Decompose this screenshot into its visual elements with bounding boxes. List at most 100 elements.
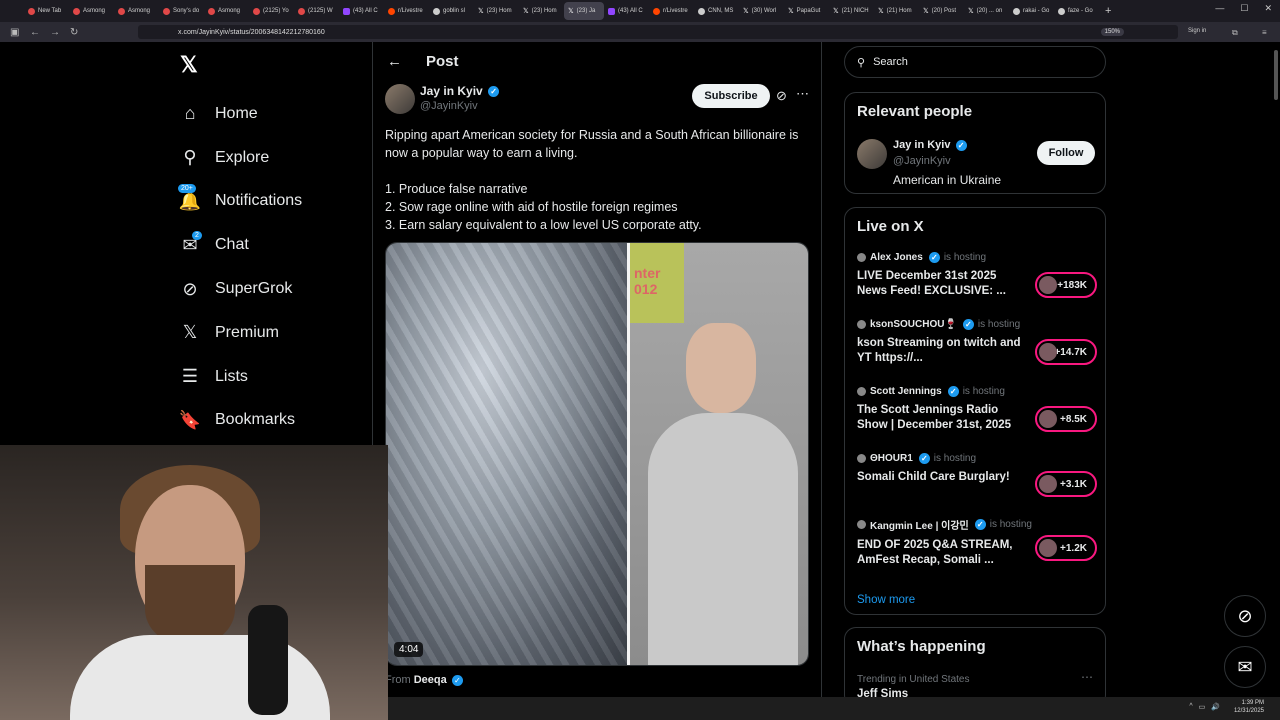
browser-tab[interactable]: r/Livestre xyxy=(649,2,694,20)
show-more-link[interactable]: Show more xyxy=(857,594,915,606)
back-icon[interactable]: ← xyxy=(30,27,40,38)
sidebar-item-supergrok[interactable]: ⊘ SuperGrok xyxy=(178,267,302,311)
browser-tab[interactable]: 𝕏 (21) Hom xyxy=(874,2,919,20)
live-item[interactable]: Scott Jennings ✓ is hosting The Scott Jenni… xyxy=(857,386,1097,433)
from-name[interactable]: Deeqa xyxy=(414,674,447,686)
browser-tab[interactable]: 𝕏 (20) Post xyxy=(919,2,964,20)
clock[interactable]: 1:39 PM 12/31/2025 xyxy=(1234,699,1264,715)
more-icon[interactable]: ⋯ xyxy=(796,86,809,102)
author-handle[interactable]: @JayinKyiv xyxy=(420,100,478,112)
listener-avatar xyxy=(1039,410,1057,428)
live-item[interactable]: ΘHOUR1 ✓ is hosting Somali Child Care Burgl… xyxy=(857,453,1097,497)
live-item[interactable]: Kangmin Lee | 이강민 ✓ is hosting END OF 2025 … xyxy=(857,517,1097,568)
sign-in-button[interactable]: Sign in xyxy=(1188,28,1206,34)
host-avatar xyxy=(857,320,866,329)
browser-tab[interactable]: Sony's do xyxy=(159,2,204,20)
live-listener-count[interactable]: +14.7K xyxy=(1035,339,1097,365)
more-icon[interactable]: ⋯ xyxy=(1081,670,1093,684)
live-listener-count[interactable]: +183K xyxy=(1035,272,1097,298)
live-listener-count[interactable]: +3.1K xyxy=(1035,471,1097,497)
live-item[interactable]: Alex Jones ✓ is hosting LIVE December 31st … xyxy=(857,252,1097,299)
minimize-icon[interactable]: — xyxy=(1215,3,1224,14)
post-text: Ripping apart American society for Russi… xyxy=(385,126,810,234)
tab-label: r/Livestre xyxy=(663,8,688,14)
sidebar-item-label: Explore xyxy=(215,148,270,166)
relevant-handle[interactable]: @JayinKyiv xyxy=(893,155,951,167)
sidebar-item-chat[interactable]: ✉ 2 Chat xyxy=(178,223,302,267)
sidebar-item-explore[interactable]: ⚲ Explore xyxy=(178,136,302,180)
sidebar-item-label: Chat xyxy=(215,236,249,254)
sidebar-item-lists[interactable]: ☰ Lists xyxy=(178,355,302,399)
grok-icon[interactable]: ⊘ xyxy=(776,88,787,104)
browser-tab[interactable]: 𝕏 (23) Ja xyxy=(564,2,604,20)
browser-tab[interactable]: (43) All C xyxy=(604,2,649,20)
forward-icon[interactable]: → xyxy=(50,27,60,38)
subscribe-button[interactable]: Subscribe xyxy=(692,84,770,108)
network-icon[interactable]: ▭ xyxy=(1199,703,1206,711)
browser-tab[interactable]: rakai - Go xyxy=(1009,2,1054,20)
browser-tab[interactable]: 𝕏 (23) Hom xyxy=(519,2,564,20)
tab-label: r/Livestre xyxy=(398,8,423,14)
browser-tab[interactable]: (43) All C xyxy=(339,2,384,20)
browser-tab[interactable]: Asmong xyxy=(114,2,159,20)
browser-tab[interactable]: 𝕏 (20) ... on xyxy=(964,2,1009,20)
new-tab-button[interactable]: + xyxy=(1105,5,1111,17)
sidebar-item-notifications[interactable]: 🔔 20+ Notifications xyxy=(178,180,302,224)
browser-tab[interactable]: (2125) W xyxy=(294,2,339,20)
tray-chevron-icon[interactable]: ^ xyxy=(1189,703,1192,711)
url-field[interactable]: x.com/JayinKyiv/status/20063481422127801… xyxy=(138,25,1178,39)
reload-icon[interactable]: ↻ xyxy=(70,27,80,38)
back-arrow-icon[interactable]: ← xyxy=(387,53,402,70)
menu-icon[interactable]: ≡ xyxy=(1262,28,1267,37)
close-icon[interactable]: ✕ xyxy=(1264,3,1272,14)
browser-tab[interactable]: r/Livestre xyxy=(384,2,429,20)
host-name: Alex Jones xyxy=(870,252,923,263)
browser-tab[interactable]: Asmong xyxy=(204,2,249,20)
grok-fab-button[interactable]: ⊘ xyxy=(1224,595,1266,637)
browser-tab[interactable]: 𝕏 (21) NICH xyxy=(829,2,874,20)
relevant-avatar[interactable] xyxy=(857,139,887,169)
follow-button[interactable]: Follow xyxy=(1037,141,1095,165)
tab-favicon-icon xyxy=(208,7,215,15)
browser-tab[interactable]: CNN, MS xyxy=(694,2,739,20)
messages-fab-button[interactable]: ✉ xyxy=(1224,646,1266,688)
scrollbar[interactable] xyxy=(1274,50,1278,100)
browser-tab[interactable]: faze - Go xyxy=(1054,2,1099,20)
browser-tab[interactable]: 𝕏 (30) Worl xyxy=(739,2,784,20)
extensions-icon[interactable]: ⧉ xyxy=(1232,28,1238,38)
video-duration: 4:04 xyxy=(394,642,424,657)
host-status: is hosting xyxy=(943,252,987,263)
search-input[interactable]: ⚲ Search xyxy=(844,46,1106,78)
live-listener-count[interactable]: +1.2K xyxy=(1035,535,1097,561)
author-avatar[interactable] xyxy=(385,84,415,114)
live-host: Scott Jennings ✓ is hosting xyxy=(857,386,1097,397)
live-item[interactable]: ksonSOUCHOU🍷 ✓ is hosting kson Streaming on… xyxy=(857,319,1097,366)
live-listener-count[interactable]: +8.5K xyxy=(1035,406,1097,432)
volume-icon[interactable]: 🔊 xyxy=(1211,703,1220,711)
browser-tab[interactable]: New Tab xyxy=(24,2,69,20)
x-logo-icon[interactable]: 𝕏 xyxy=(180,52,198,78)
video-sign-text: nter 012 xyxy=(634,265,661,297)
post-video[interactable]: nter 012 xyxy=(385,242,809,666)
browser-tab[interactable]: goblin sl xyxy=(429,2,474,20)
browser-tab[interactable]: (2125) Yo xyxy=(249,2,294,20)
browser-tab[interactable]: 𝕏 (23) Hom xyxy=(474,2,519,20)
sidebar-item-home[interactable]: ⌂ Home xyxy=(178,92,302,136)
sidebar-toggle-icon[interactable]: ▣ xyxy=(10,27,20,38)
sidebar-item-premium[interactable]: 𝕏 Premium xyxy=(178,311,302,355)
post-list-item: 2. Sow rage online with aid of hostile f… xyxy=(385,200,678,214)
url-text: x.com/JayinKyiv/status/20063481422127801… xyxy=(178,28,325,36)
x-logo-icon: 𝕏 xyxy=(182,322,198,343)
browser-tab[interactable]: Asmong xyxy=(69,2,114,20)
browser-tab[interactable]: 𝕏 PapaGut xyxy=(784,2,829,20)
zoom-level[interactable]: 150% xyxy=(1100,28,1124,36)
live-title-text: The Scott Jennings Radio Show | December… xyxy=(857,404,1012,431)
tab-favicon-icon xyxy=(653,7,660,15)
video-source[interactable]: From Deeqa ✓ xyxy=(385,674,463,686)
live-title-text: Somali Child Care Burglary! xyxy=(857,471,1010,483)
tab-favicon-icon: 𝕏 xyxy=(743,7,749,15)
author-name[interactable]: Jay in Kyiv ✓ xyxy=(420,84,500,98)
maximize-icon[interactable]: ☐ xyxy=(1240,3,1248,14)
relevant-name[interactable]: Jay in Kyiv ✓ xyxy=(893,139,967,151)
sidebar-item-bookmarks[interactable]: 🔖 Bookmarks xyxy=(178,399,302,443)
